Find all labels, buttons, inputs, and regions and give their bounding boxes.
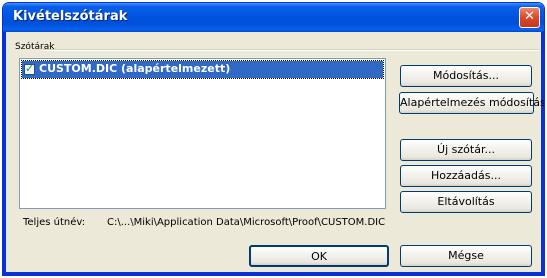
new-dictionary-button[interactable]: Új szótár...	[400, 139, 532, 161]
dictionary-checkbox[interactable]	[24, 62, 35, 75]
default-modify-button[interactable]: Alapértelmezés módosítása	[399, 92, 544, 114]
ok-button[interactable]: OK	[249, 245, 389, 267]
modify-button[interactable]: Módosítás...	[400, 65, 532, 87]
list-item-label: CUSTOM.DIC (alapértelmezett)	[39, 62, 231, 75]
dictionary-listbox[interactable]: CUSTOM.DIC (alapértelmezett)	[19, 58, 386, 209]
remove-button[interactable]: Eltávolítás	[400, 191, 532, 213]
full-path-label: Teljes útnév:	[23, 217, 86, 228]
frame-border-bottom	[3, 272, 544, 275]
frame-border-left	[3, 32, 6, 275]
frame-border-right	[541, 32, 544, 275]
dialog-window: Kivételszótárak ✕ Szótárak CUSTOM.DIC (a…	[2, 2, 545, 276]
list-item[interactable]: CUSTOM.DIC (alapértelmezett)	[21, 60, 384, 79]
full-path-value: C:\...\Miki\Application Data\Microsoft\P…	[107, 217, 386, 228]
title-bar[interactable]: Kivételszótárak ✕	[3, 3, 544, 32]
close-button[interactable]: ✕	[519, 7, 540, 28]
window-title: Kivételszótárak	[13, 9, 128, 24]
close-icon: ✕	[524, 9, 535, 24]
add-button[interactable]: Hozzáadás...	[400, 165, 532, 187]
cancel-button[interactable]: Mégse	[400, 245, 532, 267]
group-divider	[43, 49, 539, 51]
